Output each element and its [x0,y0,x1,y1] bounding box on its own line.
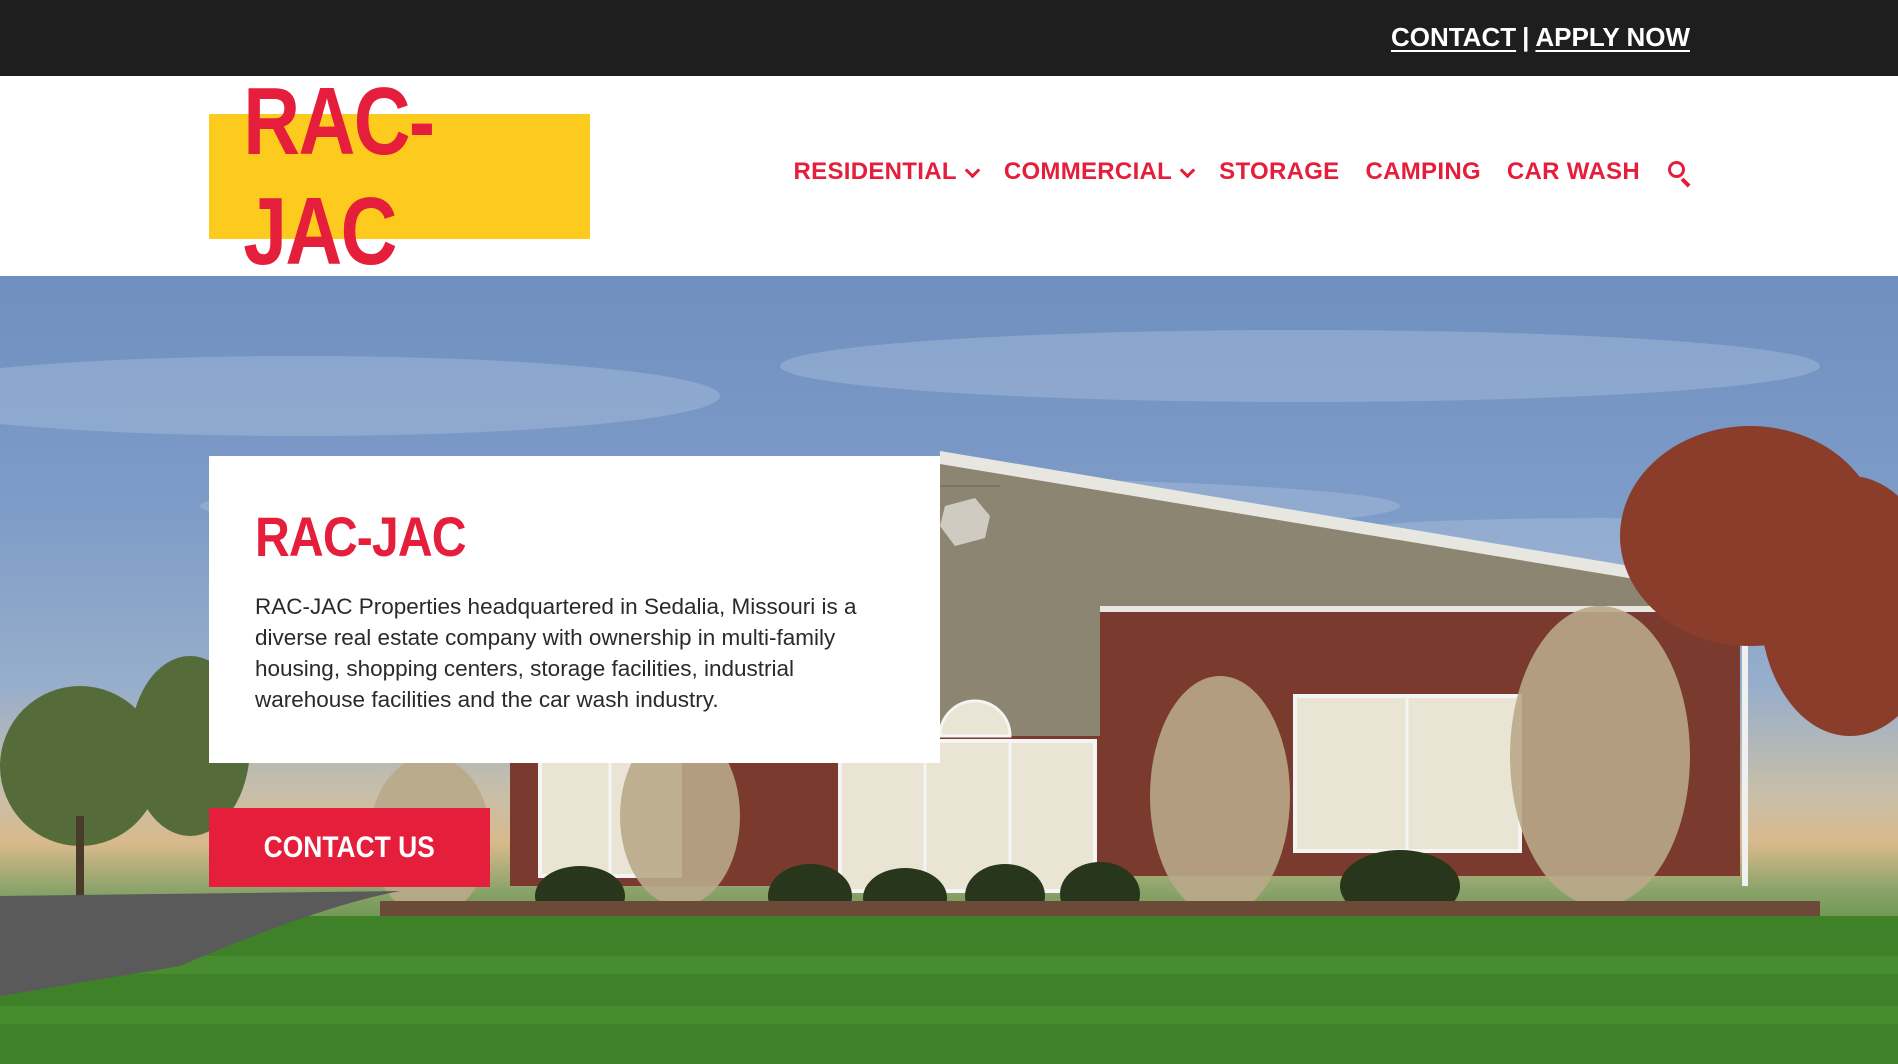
nav-commercial[interactable]: COMMERCIAL [1003,158,1196,186]
nav-residential[interactable]: RESIDENTIAL [793,158,981,186]
hero-banner: RAC-JAC RAC-JAC Properties headquartered… [0,276,1898,1064]
nav-label: CAMPING [1365,158,1481,185]
utility-links: CONTACT | APPLY NOW [1391,22,1690,53]
hero-title: RAC-JAC [255,505,467,568]
nav-label: RESIDENTIAL [793,158,957,185]
nav-storage[interactable]: STORAGE [1219,158,1339,186]
nav-label: COMMERCIAL [1003,158,1173,185]
top-utility-bar: CONTACT | APPLY NOW [0,0,1898,76]
main-nav: RESIDENTIAL COMMERCIAL STORAGE CAMPING C… [793,158,1693,188]
chevron-down-icon [1179,162,1196,178]
cta-label: CONTACT US [263,830,436,864]
nav-camping[interactable]: CAMPING [1365,158,1480,186]
link-separator: | [1522,22,1530,52]
nav-car-wash[interactable]: CAR WASH [1507,158,1640,186]
search-icon[interactable] [1666,159,1692,188]
apply-now-link[interactable]: APPLY NOW [1535,22,1690,52]
logo-text: RAC-JAC [243,67,435,285]
contact-link[interactable]: CONTACT [1391,22,1516,52]
site-logo[interactable]: RAC-JAC [209,68,590,285]
intro-card: RAC-JAC RAC-JAC Properties headquartered… [209,456,940,763]
hero-description: RAC-JAC Properties headquartered in Seda… [255,594,857,712]
nav-label: STORAGE [1219,158,1340,185]
chevron-down-icon [964,162,981,178]
contact-us-button[interactable]: CONTACT US [209,808,490,887]
site-header: RAC-JAC RESIDENTIAL COMMERCIAL STORAGE C… [0,68,1898,285]
nav-label: CAR WASH [1506,158,1640,185]
